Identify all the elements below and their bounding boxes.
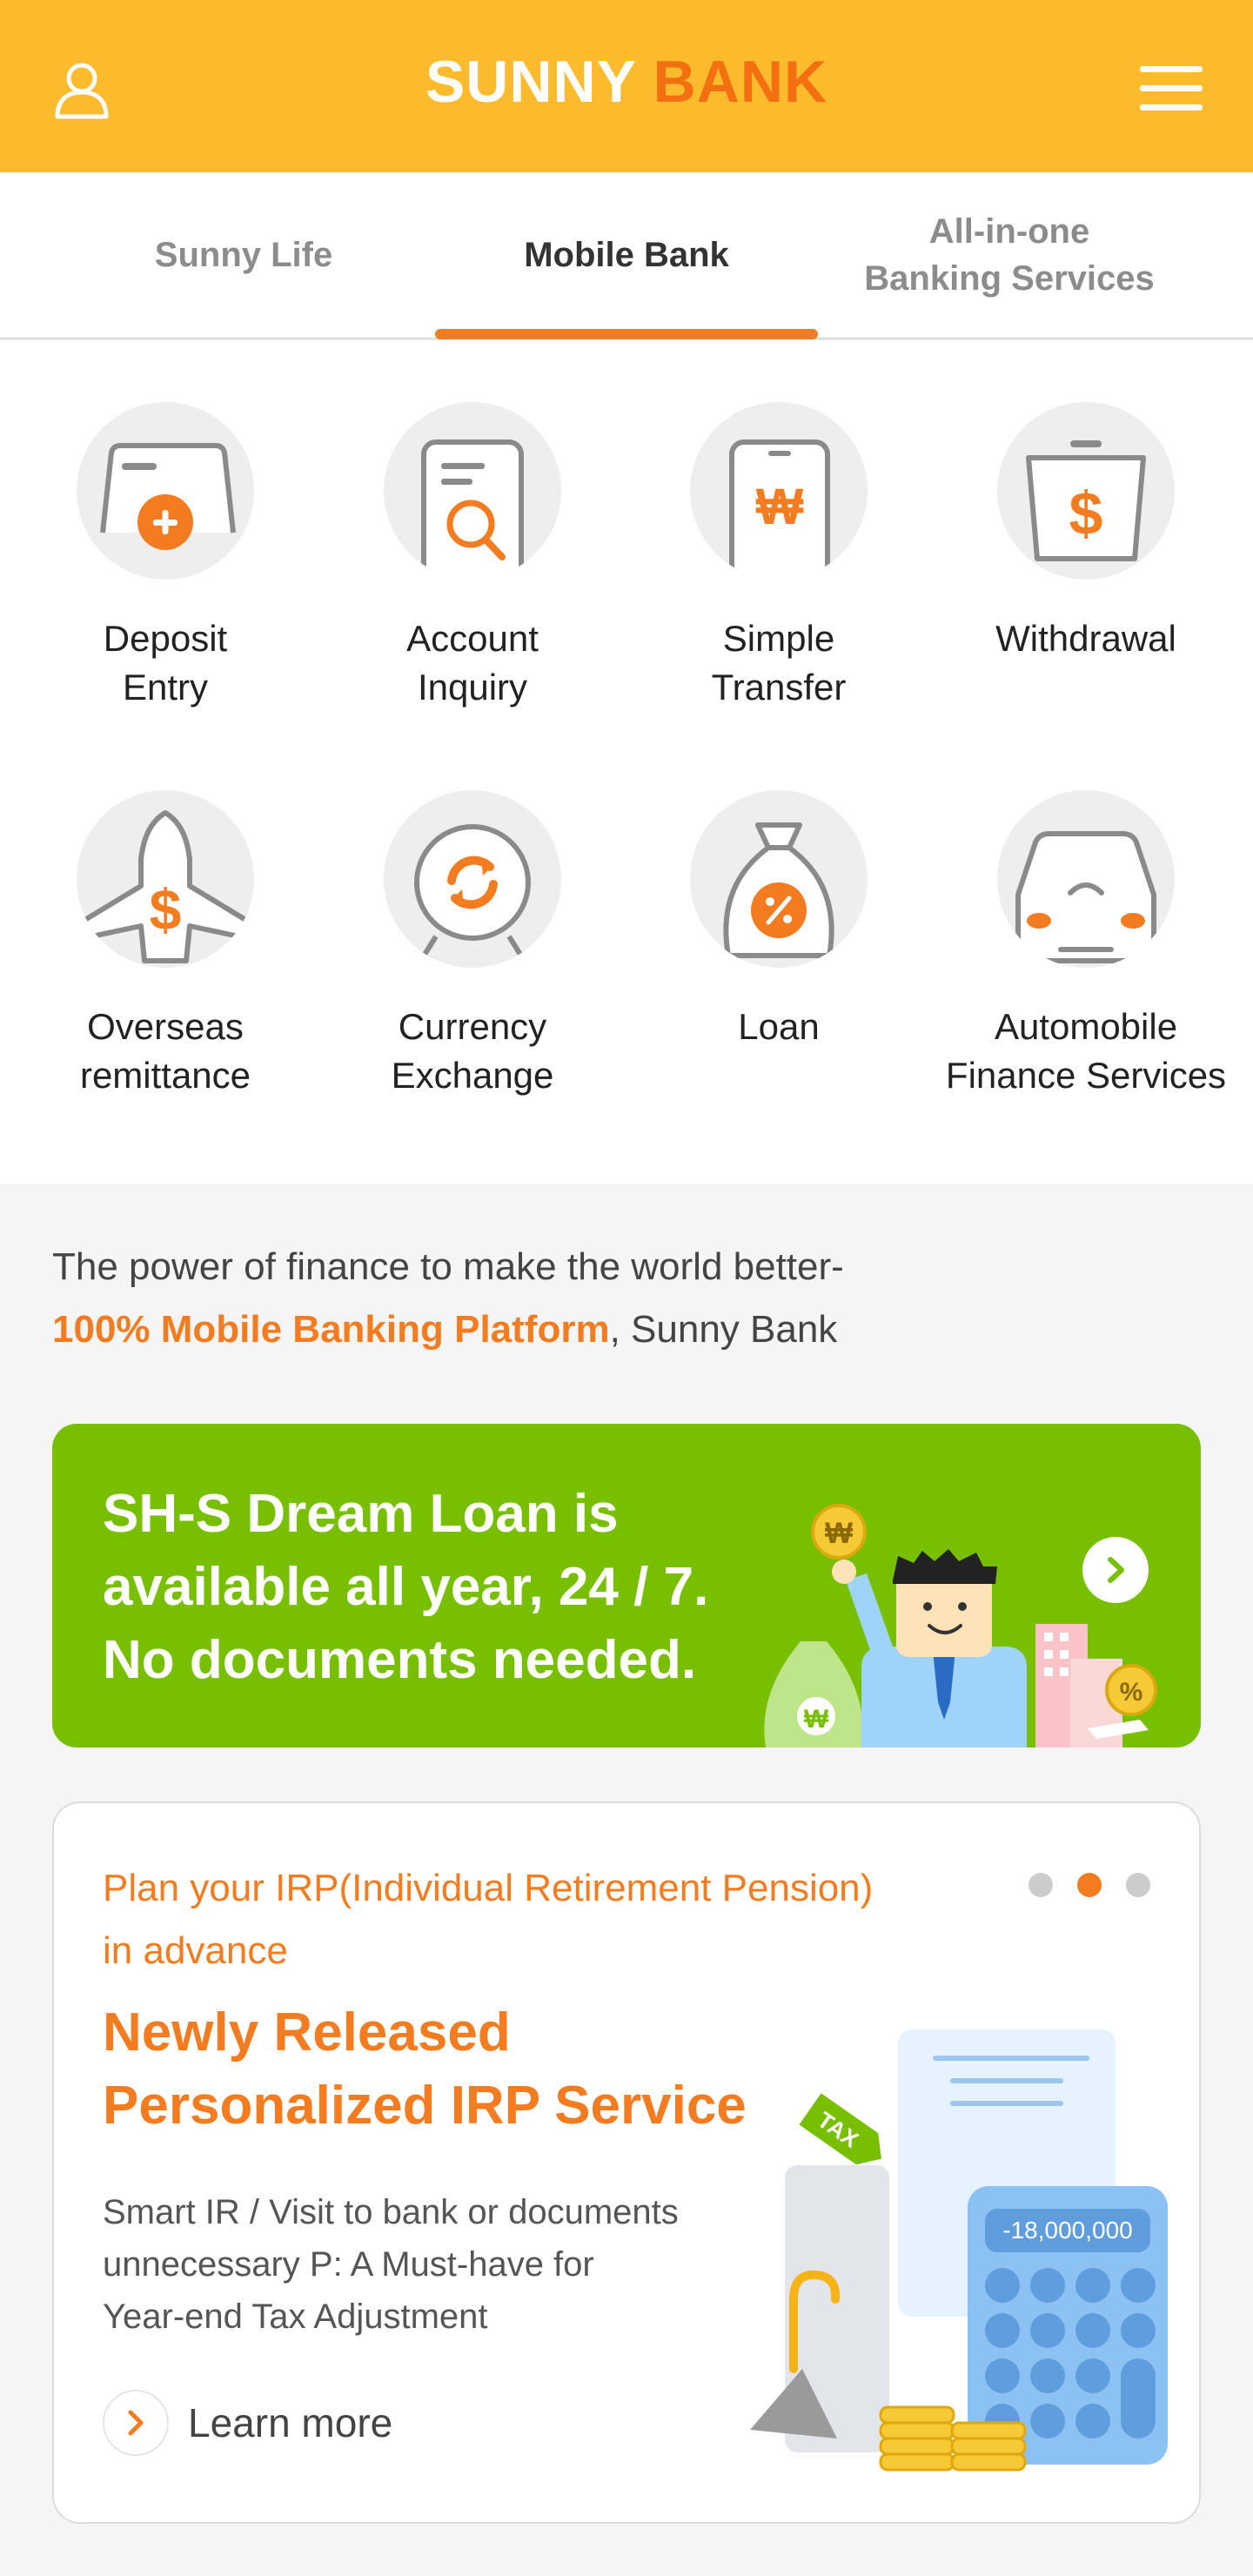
pagination-dot[interactable]	[1029, 1873, 1053, 1897]
card-description: Smart IR / Visit to bank or documents un…	[103, 2193, 679, 2336]
hamburger-menu-icon[interactable]	[1135, 52, 1208, 125]
tagline-suffix: , Sunny Bank	[609, 1308, 838, 1351]
bank-logo[interactable]: SUNNY BANK	[0, 48, 1253, 116]
service-currency-exchange[interactable]: Currency Exchange	[325, 790, 620, 1100]
service-automobile-finance[interactable]: Automobile Finance Services	[938, 790, 1234, 1100]
calculator-receipt-illustration: TAX -18,000,000	[715, 2021, 1185, 2495]
currency-exchange-icon	[384, 790, 561, 968]
service-label: Currency Exchange	[391, 1006, 554, 1096]
businessman-illustration: ₩ ₩ %	[748, 1476, 1183, 1748]
tagline: The power of finance to make the world b…	[52, 1236, 1201, 1361]
account-inquiry-icon	[384, 402, 561, 580]
logo-bank: BANK	[653, 49, 828, 115]
service-simple-transfer[interactable]: ₩ Simple Transfer	[631, 402, 927, 712]
app-header: SUNNY BANK	[0, 0, 1253, 172]
chevron-right-icon[interactable]	[1082, 1537, 1149, 1603]
main-tabs: Sunny Life Mobile Bank All-in-one Bankin…	[0, 172, 1253, 339]
svg-text:%: %	[1120, 1678, 1143, 1707]
tab-mobile-bank[interactable]: Mobile Bank	[435, 172, 818, 339]
svg-text:$: $	[1069, 480, 1103, 547]
service-account-inquiry[interactable]: Account Inquiry	[325, 402, 620, 712]
automobile-finance-icon	[997, 790, 1175, 968]
learn-more-link[interactable]: Learn more	[103, 2390, 392, 2456]
service-label: Account Inquiry	[406, 618, 539, 708]
service-label: Simple Transfer	[711, 618, 847, 708]
tab-all-in-one-label: All-in-one Banking Services	[864, 212, 1155, 298]
svg-text:₩: ₩	[825, 1517, 854, 1550]
overseas-remittance-icon: $	[77, 790, 254, 968]
tagline-line2: 100% Mobile Banking Platform, Sunny Bank	[52, 1298, 1201, 1361]
dream-loan-banner[interactable]: SH-S Dream Loan is available all year, 2…	[52, 1424, 1201, 1748]
service-withdrawal[interactable]: $ Withdrawal	[938, 402, 1234, 663]
service-label: Withdrawal	[995, 618, 1176, 659]
tab-sunny-life[interactable]: Sunny Life	[52, 172, 435, 338]
service-deposit-entry[interactable]: Deposit Entry	[17, 402, 313, 712]
calculator-value: -18,000,000	[1002, 2217, 1132, 2244]
svg-text:₩: ₩	[756, 479, 804, 535]
pagination-dot[interactable]	[1126, 1873, 1150, 1897]
pagination-dot-active[interactable]	[1077, 1873, 1102, 1897]
service-grid: Deposit Entry Account Inquiry ₩ Simple T…	[0, 341, 1253, 1184]
irp-promo-card[interactable]: Plan your IRP(Individual Retirement Pens…	[52, 1801, 1201, 2524]
loan-icon	[690, 790, 868, 968]
carousel-pagination	[1029, 1873, 1150, 1897]
service-overseas-remittance[interactable]: $ Overseas remittance	[17, 790, 313, 1100]
service-label: Overseas remittance	[79, 1006, 251, 1096]
simple-transfer-icon: ₩	[690, 402, 868, 580]
tab-all-in-one-banking[interactable]: All-in-one Banking Services	[818, 172, 1201, 338]
svg-text:$: $	[150, 877, 182, 942]
learn-more-label: Learn more	[188, 2400, 393, 2445]
tagline-line1: The power of finance to make the world b…	[52, 1245, 844, 1288]
card-subtitle: Plan your IRP(Individual Retirement Pens…	[103, 1867, 874, 1972]
service-label: Automobile Finance Services	[945, 1006, 1227, 1096]
tagline-highlight: 100% Mobile Banking Platform	[52, 1308, 610, 1351]
svg-text:₩: ₩	[804, 1705, 829, 1734]
chevron-right-icon	[103, 2390, 169, 2456]
withdrawal-icon: $	[997, 402, 1175, 580]
deposit-entry-icon	[77, 402, 254, 580]
banner-text: SH-S Dream Loan is available all year, 2…	[103, 1484, 709, 1690]
service-loan[interactable]: Loan	[631, 790, 927, 1051]
logo-sunny: SUNNY	[425, 49, 636, 115]
service-label: Loan	[738, 1006, 820, 1047]
service-label: Deposit Entry	[103, 618, 228, 708]
